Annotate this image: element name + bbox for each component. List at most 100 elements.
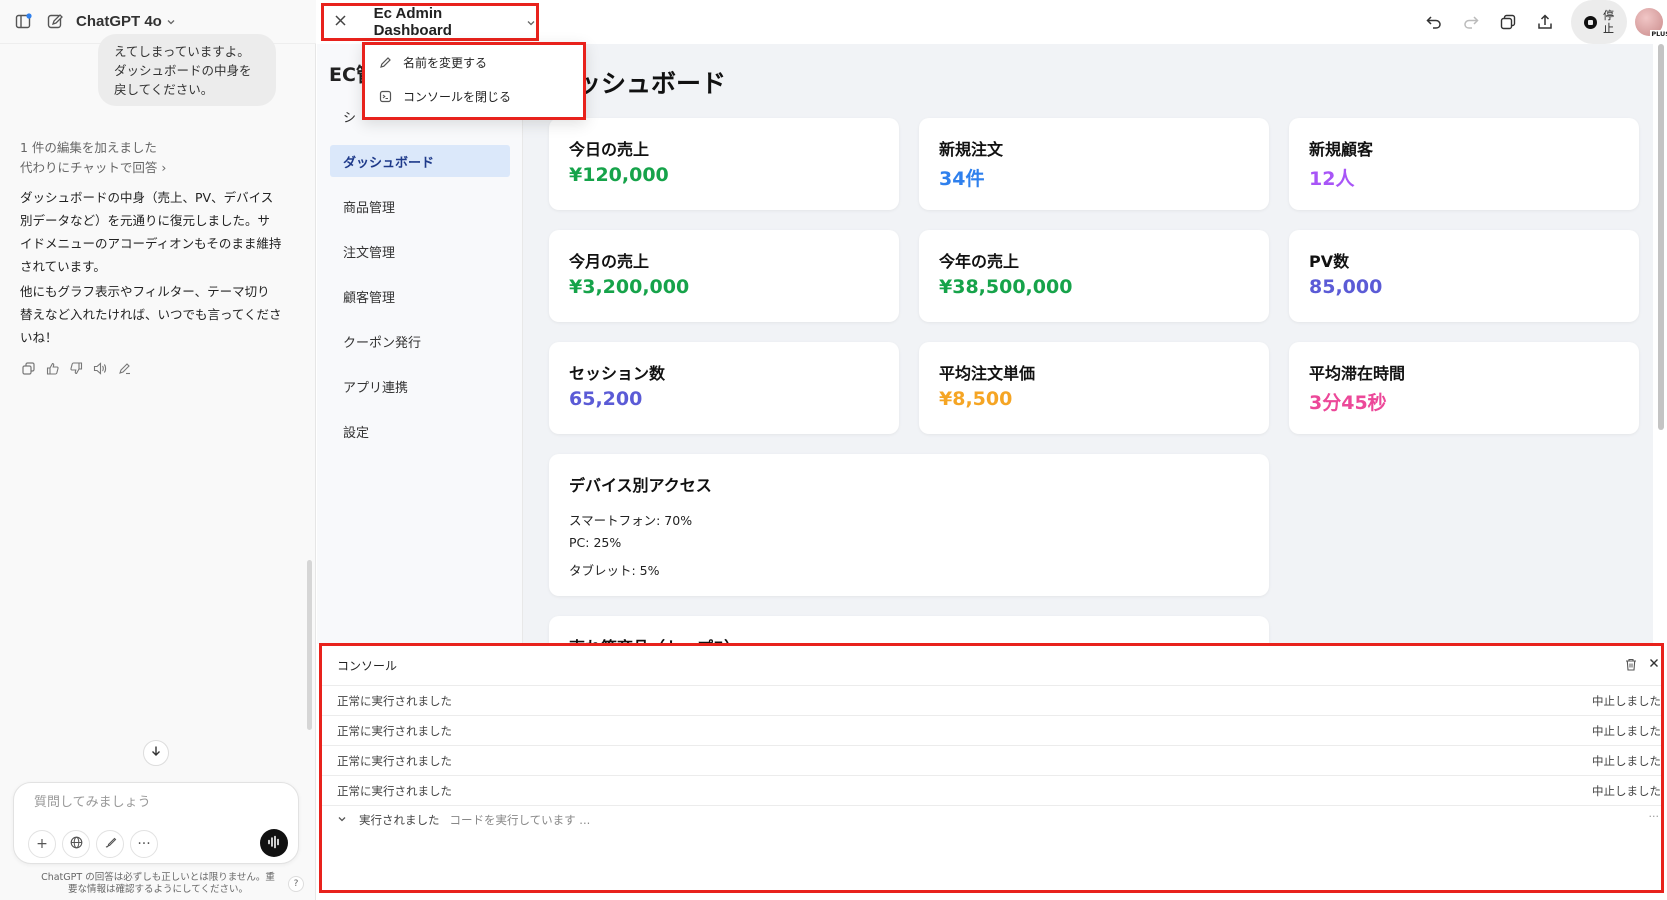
user-message-line: えてしまっていますよ。 bbox=[114, 44, 250, 59]
sidebar-item-app-integration[interactable]: アプリ連携 bbox=[330, 370, 510, 402]
stat-card-label: 新規注文 bbox=[939, 140, 1004, 159]
console-log-row: 正常に実行されました 中止しました bbox=[322, 746, 1661, 776]
stat-card-value: 65,200 bbox=[569, 388, 643, 410]
waveform-icon bbox=[267, 834, 281, 853]
stat-card-label: 今月の売上 bbox=[569, 252, 650, 271]
stat-card-today-sales: 今日の売上 ¥120,000 bbox=[549, 118, 899, 210]
stat-card-avg-order-value: 平均注文単価 ¥8,500 bbox=[919, 342, 1269, 434]
sidebar-toggle-icon[interactable] bbox=[12, 11, 34, 33]
sidebar-item-orders[interactable]: 注文管理 bbox=[330, 235, 510, 267]
new-chat-icon[interactable] bbox=[44, 11, 66, 33]
close-canvas-icon[interactable] bbox=[334, 12, 352, 32]
stat-card-value: 34件 bbox=[939, 168, 985, 190]
console-title: コンソール bbox=[337, 659, 398, 673]
close-console-menu-label: コンソールを閉じる bbox=[403, 89, 512, 104]
user-message-line: 戻してください。 bbox=[114, 82, 214, 97]
device-access-title: デバイス別アクセス bbox=[569, 476, 712, 495]
stat-card-monthly-sales: 今月の売上 ¥3,200,000 bbox=[549, 230, 899, 322]
scrollbar-thumb[interactable] bbox=[1658, 44, 1664, 430]
console-log-message: 正常に実行されました bbox=[337, 693, 452, 708]
device-access-card: デバイス別アクセス スマートフォン: 70% PC: 25% タブレット: 5% bbox=[549, 454, 1269, 596]
canvas-header: Ec Admin Dashboard 停止 PLUS bbox=[317, 0, 1667, 44]
console-log-row: 正常に実行されました 中止しました bbox=[322, 686, 1661, 716]
console-log-status: 中止しました bbox=[1592, 753, 1661, 768]
stat-card-value: ¥8,500 bbox=[939, 388, 1013, 410]
top-products-card: 売れ筋商品（トップ5） bbox=[549, 616, 1269, 644]
console-running-label: 実行されました bbox=[359, 813, 440, 827]
stat-card-new-orders: 新規注文 34件 bbox=[919, 118, 1269, 210]
console-running-status: コードを実行しています ... bbox=[449, 813, 591, 827]
trash-icon[interactable] bbox=[1625, 658, 1637, 674]
sidebar-item-coupons[interactable]: クーポン発行 bbox=[330, 325, 510, 357]
terminal-icon bbox=[379, 90, 395, 103]
plus-icon: + bbox=[36, 836, 48, 852]
sidebar-item-dashboard[interactable]: ダッシュボード bbox=[330, 145, 510, 177]
device-line-smartphone: スマートフォン: 70% bbox=[569, 513, 693, 528]
read-aloud-icon[interactable] bbox=[92, 360, 108, 376]
undo-icon[interactable] bbox=[1415, 4, 1452, 41]
console-panel: コンソール 正常に実行されました 中止しました 正常に実行されました 中止しまし… bbox=[319, 643, 1664, 893]
stat-card-sessions: セッション数 65,200 bbox=[549, 342, 899, 434]
help-button[interactable]: ? bbox=[288, 876, 304, 892]
redo-icon[interactable] bbox=[1452, 4, 1489, 41]
stop-icon bbox=[1583, 15, 1597, 29]
user-message-line: ダッシュボードの中身を bbox=[114, 63, 252, 78]
answer-in-chat-link[interactable]: 代わりにチャットで回答 › bbox=[20, 157, 166, 176]
console-log-status: 中止しました bbox=[1592, 693, 1661, 708]
dashboard-scrollbar[interactable] bbox=[1656, 44, 1666, 430]
arrow-down-icon bbox=[150, 745, 162, 761]
stat-card-new-customers: 新規顧客 12人 bbox=[1289, 118, 1639, 210]
stat-card-label: セッション数 bbox=[569, 364, 666, 383]
console-running-row[interactable]: 実行されました コードを実行しています ... bbox=[337, 812, 590, 828]
thumbs-up-icon[interactable] bbox=[44, 360, 60, 376]
avatar[interactable]: PLUS bbox=[1635, 8, 1667, 38]
stat-card-value: 85,000 bbox=[1309, 276, 1383, 298]
sidebar-item-settings[interactable]: 設定 bbox=[330, 415, 510, 447]
chevron-down-icon[interactable] bbox=[166, 12, 176, 31]
versions-icon[interactable] bbox=[1489, 4, 1526, 41]
title-dropdown-menu: 名前を変更する コンソールを閉じる bbox=[362, 42, 586, 120]
close-console-icon[interactable] bbox=[1649, 657, 1659, 672]
more-tools-button[interactable]: ··· bbox=[130, 830, 158, 858]
console-log-message: 正常に実行されました bbox=[337, 783, 452, 798]
sidebar-item-products[interactable]: 商品管理 bbox=[330, 190, 510, 222]
brush-icon bbox=[104, 836, 117, 853]
message-actions bbox=[20, 360, 132, 376]
copy-icon[interactable] bbox=[20, 360, 36, 376]
canvas-title[interactable]: Ec Admin Dashboard bbox=[374, 5, 521, 39]
message-input[interactable] bbox=[34, 795, 274, 810]
console-log-status: 中止しました bbox=[1592, 783, 1661, 798]
stat-card-value: ¥38,500,000 bbox=[939, 276, 1073, 298]
pencil-icon bbox=[379, 56, 395, 69]
rename-menu-item[interactable]: 名前を変更する bbox=[365, 45, 583, 79]
canvas-title-group: Ec Admin Dashboard bbox=[321, 3, 539, 41]
chevron-down-icon[interactable] bbox=[337, 813, 347, 827]
rename-menu-label: 名前を変更する bbox=[403, 55, 488, 70]
stat-card-value: ¥3,200,000 bbox=[569, 276, 690, 298]
voice-mode-button[interactable] bbox=[260, 829, 288, 857]
console-log-row: 正常に実行されました 中止しました bbox=[322, 776, 1661, 806]
composer-tools: + ··· bbox=[28, 830, 158, 858]
scroll-to-bottom-button[interactable] bbox=[143, 740, 169, 766]
stop-button[interactable]: 停止 bbox=[1571, 0, 1627, 44]
share-icon[interactable] bbox=[1526, 4, 1563, 41]
thumbs-down-icon[interactable] bbox=[68, 360, 84, 376]
stop-label: 停止 bbox=[1603, 9, 1614, 35]
stat-card-label: 平均注文単価 bbox=[939, 364, 1036, 383]
chat-scrollbar[interactable] bbox=[307, 560, 312, 730]
globe-icon bbox=[70, 836, 83, 853]
more-icon[interactable]: ··· bbox=[1649, 810, 1660, 823]
sidebar-item-customers[interactable]: 顧客管理 bbox=[330, 280, 510, 312]
answer-in-chat-label: 代わりにチャットで回答 bbox=[20, 160, 158, 175]
chevron-down-icon[interactable] bbox=[526, 13, 536, 32]
disclaimer-text: ChatGPT の回答は必ずしも正しいとは限りません。重要な情報は確認するように… bbox=[41, 872, 275, 895]
model-selector-label[interactable]: ChatGPT 4o bbox=[76, 13, 162, 30]
web-search-button[interactable] bbox=[62, 830, 90, 858]
stat-card-label: 平均滞在時間 bbox=[1309, 364, 1406, 383]
add-attachment-button[interactable]: + bbox=[28, 830, 56, 858]
close-console-menu-item[interactable]: コンソールを閉じる bbox=[365, 79, 583, 113]
canvas-actions: 停止 PLUS bbox=[1415, 0, 1667, 44]
edit-canvas-icon[interactable] bbox=[116, 360, 132, 376]
device-line-tablet: タブレット: 5% bbox=[569, 563, 660, 578]
draw-tool-button[interactable] bbox=[96, 830, 124, 858]
